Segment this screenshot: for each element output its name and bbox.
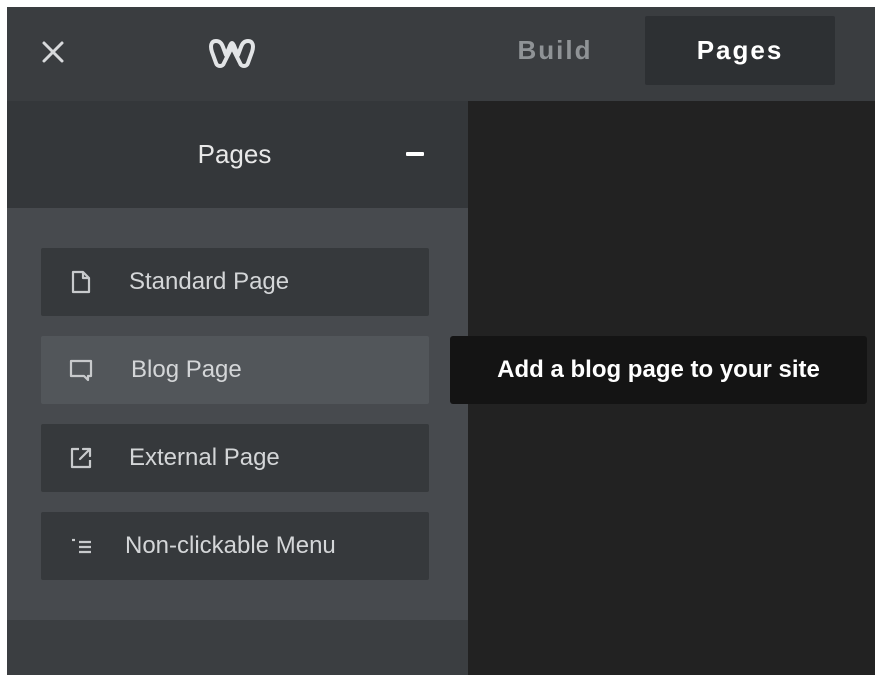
page-type-external[interactable]: External Page (41, 424, 429, 492)
list-menu-icon (67, 532, 95, 560)
minus-icon (406, 152, 424, 156)
page-type-standard[interactable]: Standard Page (41, 248, 429, 316)
page-type-non-clickable-menu[interactable]: Non-clickable Menu (41, 512, 429, 580)
page-type-label: Blog Page (131, 356, 242, 383)
collapse-button[interactable] (395, 134, 435, 174)
chat-bubble-icon (67, 356, 95, 384)
editor-window: Build Pages Pages Standard Page Blog Pag… (7, 7, 875, 675)
close-icon (41, 40, 65, 69)
page-type-label: Standard Page (129, 268, 290, 295)
page-type-list: Standard Page Blog Page External Page No… (7, 208, 468, 620)
top-bar: Build Pages (7, 7, 875, 101)
external-link-icon (67, 444, 95, 472)
tab-build[interactable]: Build (487, 16, 623, 85)
close-button[interactable] (35, 36, 71, 72)
tooltip: Add a blog page to your site (450, 336, 867, 404)
page-type-blog[interactable]: Blog Page (41, 336, 429, 404)
weebly-logo-icon (207, 33, 257, 73)
panel-title: Pages (197, 139, 272, 169)
page-type-label: Non-clickable Menu (125, 532, 336, 559)
tab-pages[interactable]: Pages (645, 16, 835, 85)
page-type-label: External Page (129, 444, 280, 471)
document-icon (67, 268, 95, 296)
pages-sidebar: Pages Standard Page Blog Page External P… (7, 101, 468, 675)
panel-header: Pages (7, 101, 468, 208)
